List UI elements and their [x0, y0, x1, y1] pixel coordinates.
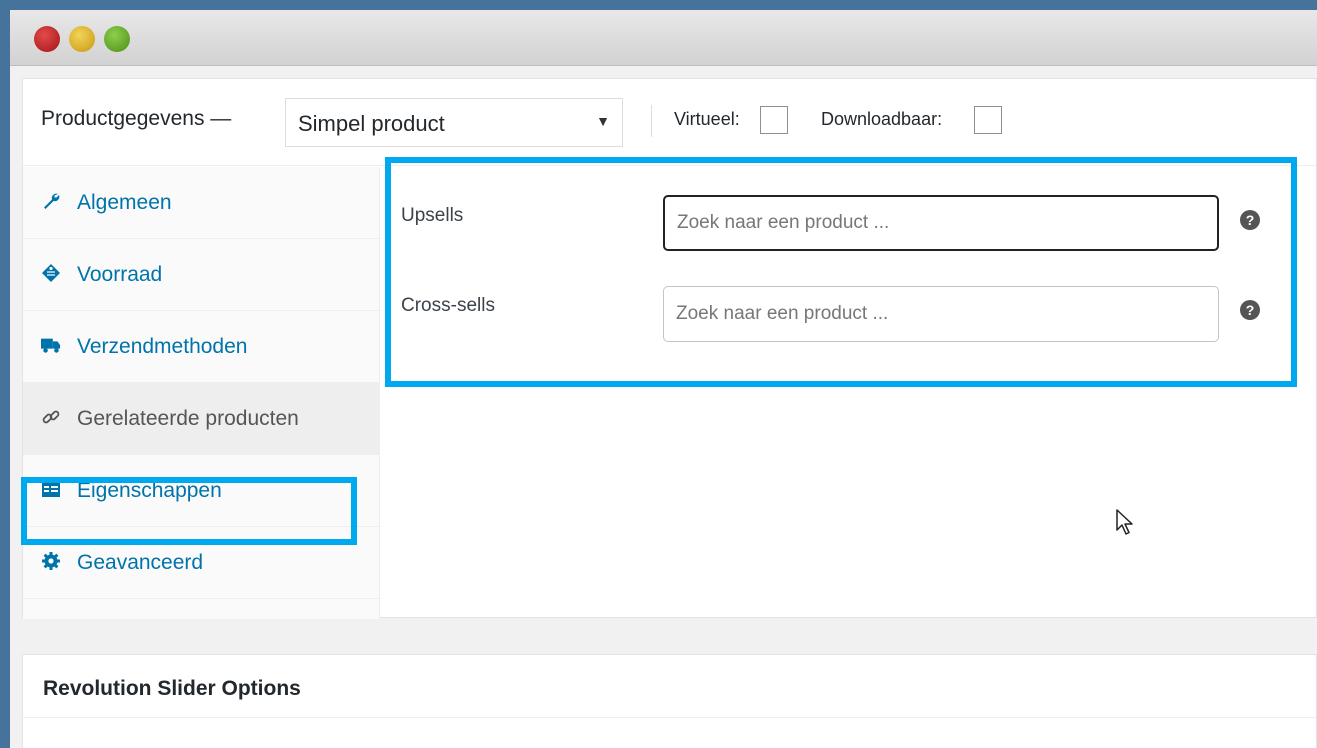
table-icon [42, 481, 60, 497]
upsells-search-input[interactable] [663, 195, 1219, 251]
product-data-header: Productgegevens — Simpel product ▼ Virtu… [23, 79, 1316, 166]
tab-label: Gerelateerde producten [77, 407, 299, 430]
revolution-slider-panel: Revolution Slider Options [22, 654, 1317, 748]
truck-icon [41, 338, 61, 353]
product-type-value: Simpel product [298, 111, 445, 136]
minimize-window-button[interactable] [69, 26, 95, 52]
tab-label: Eigenschappen [77, 479, 222, 502]
link-icon [42, 410, 60, 424]
dropdown-arrow-icon: ▼ [596, 113, 610, 129]
browser-window: Productgegevens — Simpel product ▼ Virtu… [10, 10, 1317, 748]
tab-verzendmethoden[interactable]: Verzendmethoden [23, 311, 379, 383]
tab-label: Verzendmethoden [77, 335, 248, 358]
help-icon[interactable]: ? [1240, 210, 1260, 230]
upsells-label: Upsells [401, 205, 464, 226]
product-data-title: Productgegevens — [41, 107, 232, 130]
virtual-label: Virtueel: [674, 109, 740, 129]
tab-label: Voorraad [77, 263, 163, 286]
help-icon[interactable]: ? [1240, 300, 1260, 320]
tab-label: Algemeen [77, 191, 172, 214]
mouse-cursor-icon [1116, 509, 1133, 535]
tab-voorraad[interactable]: Voorraad [23, 239, 379, 311]
crosssells-search-input[interactable] [663, 286, 1219, 342]
wrench-icon [44, 193, 60, 209]
revolution-slider-title: Revolution Slider Options [43, 677, 301, 700]
downloadable-label: Downloadbaar: [821, 109, 943, 129]
downloadable-checkbox[interactable] [974, 106, 1002, 134]
header-separator [651, 105, 652, 137]
window-titlebar [10, 10, 1317, 66]
tab-label: Geavanceerd [77, 551, 204, 574]
product-data-tabs: Algemeen Voorraad Verzendmethoden Gerela… [21, 167, 380, 619]
related-products-section: Upsells ? Cross-sells ? [385, 157, 1297, 387]
tab-algemeen[interactable]: Algemeen [23, 167, 379, 239]
crosssells-label: Cross-sells [401, 295, 495, 316]
tab-geavanceerd[interactable]: Geavanceerd [23, 527, 379, 599]
product-type-select[interactable]: Simpel product ▼ [285, 98, 623, 147]
tag-icon [42, 264, 60, 282]
gear-icon [42, 552, 60, 570]
close-window-button[interactable] [34, 26, 60, 52]
virtual-checkbox[interactable] [760, 106, 788, 134]
panel-divider [23, 717, 1316, 718]
tab-eigenschappen[interactable]: Eigenschappen [23, 455, 379, 527]
tab-gerelateerde-producten[interactable]: Gerelateerde producten [23, 383, 379, 455]
maximize-window-button[interactable] [104, 26, 130, 52]
